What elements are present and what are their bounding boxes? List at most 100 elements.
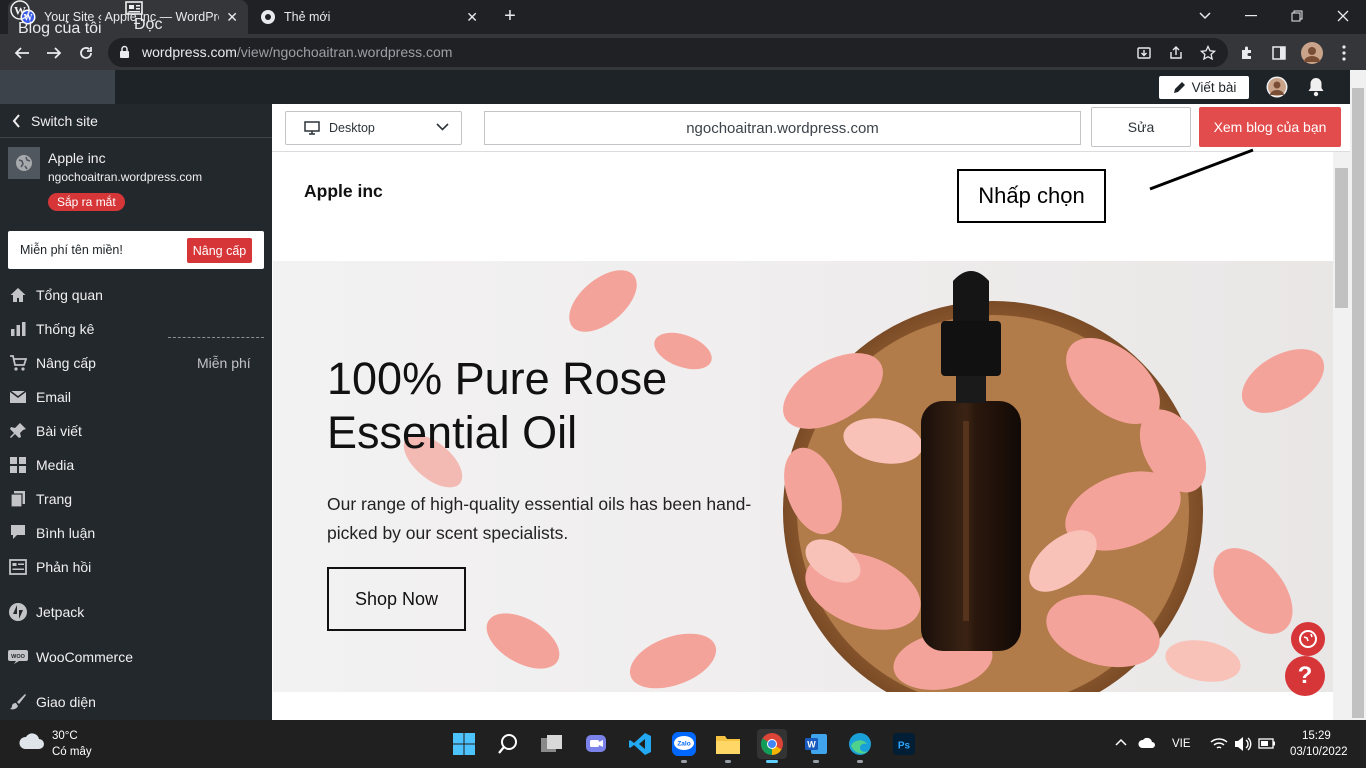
my-blog-link[interactable]: W Blog của tôi bbox=[10, 0, 102, 38]
sidebar-item-posts[interactable]: Bài viết bbox=[0, 414, 272, 448]
forward-arrow-icon[interactable] bbox=[43, 42, 65, 64]
language-indicator[interactable]: VIE bbox=[1172, 738, 1191, 750]
chrome-menu-icon[interactable] bbox=[1333, 42, 1355, 64]
page-scrollbar-thumb[interactable] bbox=[1352, 88, 1364, 718]
shop-now-button[interactable]: Shop Now bbox=[327, 567, 466, 631]
sidebar-item-dashboard[interactable]: Tổng quan bbox=[0, 278, 272, 312]
sidebar-item-label: Jetpack bbox=[36, 604, 85, 620]
stats-icon bbox=[8, 319, 28, 339]
clock-date[interactable]: 03/10/2022 bbox=[1290, 746, 1348, 758]
windows-start-icon[interactable] bbox=[449, 729, 479, 759]
clock-time[interactable]: 15:29 bbox=[1302, 730, 1331, 742]
write-post-button[interactable]: Viết bài bbox=[1159, 76, 1249, 99]
edit-button[interactable]: Sửa bbox=[1091, 107, 1191, 147]
vscode-icon[interactable] bbox=[625, 729, 655, 759]
site-title[interactable]: Apple inc bbox=[304, 181, 383, 202]
sidebar-item-upgrades[interactable]: Nâng cấp Miễn phí bbox=[0, 346, 272, 380]
user-avatar[interactable] bbox=[1266, 76, 1288, 98]
new-tab-plus-icon[interactable]: + bbox=[500, 6, 520, 26]
switch-site-link[interactable]: Switch site bbox=[0, 104, 272, 138]
chevron-left-icon bbox=[12, 113, 21, 128]
reader-label: Đọc bbox=[134, 16, 163, 33]
weather-temperature[interactable]: 30°C bbox=[52, 730, 78, 742]
cloud-weather-icon[interactable] bbox=[18, 731, 46, 751]
sidebar-item-label: Nâng cấp bbox=[36, 355, 96, 371]
cart-icon bbox=[8, 353, 28, 373]
address-text[interactable]: wordpress.com/view/ngochoaitran.wordpres… bbox=[142, 44, 452, 60]
sidebar-item-comments[interactable]: Bình luận bbox=[0, 516, 272, 550]
device-select[interactable]: Desktop bbox=[285, 111, 462, 145]
minimize-icon[interactable] bbox=[1228, 0, 1274, 32]
back-arrow-icon[interactable] bbox=[11, 42, 33, 64]
close-tab-icon[interactable]: ✕ bbox=[226, 9, 238, 26]
word-icon[interactable]: W bbox=[801, 729, 831, 759]
site-name[interactable]: Apple inc bbox=[48, 150, 106, 166]
teams-chat-icon[interactable] bbox=[581, 729, 611, 759]
onedrive-cloud-icon[interactable] bbox=[1138, 737, 1156, 749]
site-url[interactable]: ngochoaitran.wordpress.com bbox=[48, 170, 202, 184]
photoshop-icon[interactable]: Ps bbox=[889, 729, 919, 759]
task-view-icon[interactable] bbox=[537, 729, 567, 759]
plan-free-label: Miễn phí bbox=[197, 355, 251, 371]
sidebar-item-label: Thống kê bbox=[36, 321, 95, 337]
sidebar-item-appearance[interactable]: Giao diện bbox=[0, 685, 272, 719]
search-icon[interactable] bbox=[493, 729, 523, 759]
notifications-bell-icon[interactable] bbox=[1307, 77, 1325, 97]
zalo-icon[interactable]: Zalo bbox=[669, 729, 699, 759]
site-globe-icon[interactable] bbox=[8, 147, 40, 179]
domain-promo-text: Miễn phí tên miền! bbox=[20, 243, 123, 257]
sidebar-item-email[interactable]: Email bbox=[0, 380, 272, 414]
share-icon[interactable] bbox=[1165, 42, 1187, 64]
svg-text:WOO: WOO bbox=[11, 654, 25, 660]
install-app-icon[interactable] bbox=[1133, 42, 1155, 64]
chat-support-icon[interactable] bbox=[1291, 622, 1325, 656]
profile-avatar[interactable] bbox=[1301, 42, 1323, 64]
preview-url-field[interactable]: ngochoaitran.wordpress.com bbox=[484, 111, 1081, 145]
reload-icon[interactable] bbox=[75, 42, 97, 64]
chevron-up-icon[interactable] bbox=[1115, 738, 1127, 746]
sidebar-item-label: WooCommerce bbox=[36, 649, 133, 665]
browser-tab-new[interactable]: Thẻ mới ✕ bbox=[248, 0, 488, 34]
preview-scrollbar-thumb[interactable] bbox=[1335, 168, 1348, 308]
view-blog-button[interactable]: Xem blog của bạn bbox=[1199, 107, 1341, 147]
my-blog-highlight bbox=[0, 70, 115, 104]
chrome-icon[interactable] bbox=[757, 729, 787, 759]
browser-tab-title: Thẻ mới bbox=[284, 10, 331, 24]
running-indicator bbox=[813, 760, 819, 763]
jetpack-icon bbox=[8, 602, 28, 622]
lock-icon[interactable] bbox=[119, 45, 130, 59]
sidebar-item-pages[interactable]: Trang bbox=[0, 482, 272, 516]
sidebar-item-label: Trang bbox=[36, 491, 73, 507]
reader-link[interactable]: Đọc bbox=[125, 0, 162, 34]
sidebar-item-label: Tổng quan bbox=[36, 287, 103, 303]
tab-search-chevron-icon[interactable] bbox=[1182, 0, 1228, 32]
device-select-value: Desktop bbox=[329, 121, 375, 135]
brush-icon bbox=[8, 692, 28, 712]
sidebar-item-feedback[interactable]: Phản hồi bbox=[0, 550, 272, 584]
close-tab-icon[interactable]: ✕ bbox=[466, 9, 478, 26]
monitor-icon bbox=[304, 121, 320, 135]
wifi-icon[interactable] bbox=[1210, 737, 1228, 751]
side-panel-icon[interactable] bbox=[1268, 42, 1290, 64]
hero-description: Our range of high-quality essential oils… bbox=[327, 494, 752, 543]
media-icon bbox=[8, 455, 28, 475]
sidebar-item-label: Giao diện bbox=[36, 694, 96, 710]
woo-icon: WOO bbox=[8, 647, 28, 667]
domain-upgrade-button[interactable]: Nâng cấp bbox=[187, 238, 252, 263]
sidebar-item-jetpack[interactable]: Jetpack bbox=[0, 595, 272, 629]
sidebar-item-stats[interactable]: Thống kê bbox=[0, 312, 272, 346]
sidebar-item-woocommerce[interactable]: WOO WooCommerce bbox=[0, 640, 272, 674]
bookmark-star-icon[interactable] bbox=[1197, 42, 1219, 64]
sidebar-item-media[interactable]: Media bbox=[0, 448, 272, 482]
weather-condition[interactable]: Có mây bbox=[52, 746, 92, 758]
extensions-puzzle-icon[interactable] bbox=[1236, 42, 1258, 64]
edge-icon[interactable] bbox=[845, 729, 875, 759]
help-question-icon[interactable]: ? bbox=[1285, 656, 1325, 696]
restore-icon[interactable] bbox=[1274, 0, 1320, 32]
battery-icon[interactable] bbox=[1258, 738, 1276, 749]
file-explorer-icon[interactable] bbox=[713, 729, 743, 759]
close-window-icon[interactable] bbox=[1320, 0, 1366, 32]
svg-text:W: W bbox=[807, 740, 816, 750]
volume-icon[interactable] bbox=[1234, 736, 1252, 752]
active-indicator bbox=[766, 760, 778, 763]
